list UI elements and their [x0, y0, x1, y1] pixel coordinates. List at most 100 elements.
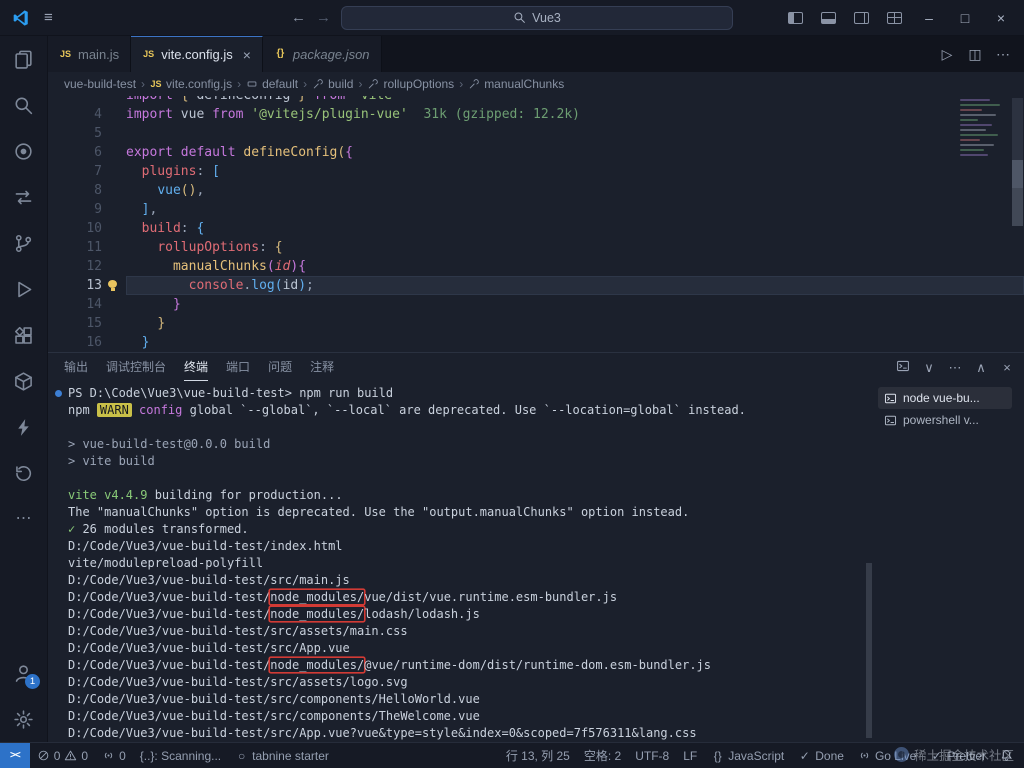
code-line[interactable]: 15 } — [48, 314, 1024, 333]
panel-tab-注释[interactable]: 注释 — [310, 353, 334, 381]
terminal-list-item[interactable]: node vue-bu... — [878, 387, 1012, 409]
activity-package[interactable] — [0, 358, 47, 404]
command-decoration-icon[interactable] — [55, 390, 62, 397]
terminal-line: ✓ 26 modules transformed. — [68, 522, 249, 536]
back-button[interactable]: ← — [291, 9, 306, 26]
run-file[interactable]: ▷ — [940, 46, 954, 62]
terminal-dropdown-button[interactable]: ∨ — [922, 360, 936, 375]
terminal-new-button[interactable] — [896, 359, 910, 376]
toggle-secondary-sidebar-icon[interactable] — [854, 11, 869, 24]
tab-main-js[interactable]: JS main.js — [48, 36, 132, 72]
split-editor[interactable]: ◫ — [968, 46, 982, 62]
minimap-slider[interactable] — [1012, 160, 1023, 226]
eol[interactable]: LF — [676, 743, 704, 768]
ports[interactable]: 0 — [95, 743, 133, 768]
code-line[interactable]: 7 plugins: [ — [48, 162, 1024, 181]
label: 0 — [81, 748, 89, 763]
chevron-right-icon: › — [459, 77, 464, 91]
code-line[interactable]: 5 — [48, 124, 1024, 143]
tabnine-scanning[interactable]: {..}: Scanning... — [133, 743, 228, 768]
toggle-panel-icon[interactable] — [821, 11, 836, 24]
activity-history[interactable] — [0, 450, 47, 496]
code-line[interactable]: 10 build: { — [48, 219, 1024, 238]
chevron-up-icon: ∧ — [976, 359, 986, 375]
line-number: 15 — [86, 316, 102, 331]
minimize-button[interactable]: – — [920, 10, 938, 26]
language-mode[interactable]: {} JavaScript — [704, 743, 791, 768]
panel-close-button[interactable]: × — [1000, 360, 1014, 375]
minimap[interactable] — [960, 99, 1008, 159]
activity-accounts[interactable]: 1 — [0, 650, 47, 696]
terminal-line: D:/Code/Vue3/vue-build-test/node_modules… — [68, 590, 618, 604]
breadcrumb-item[interactable]: JS vite.config.js — [150, 77, 233, 91]
panel-tab-输出[interactable]: 输出 — [64, 353, 88, 381]
activity-chat[interactable] — [0, 128, 47, 174]
tab-vite-config-js[interactable]: JS vite.config.js × — [131, 36, 263, 72]
code-line[interactable]: 16 } — [48, 333, 1024, 352]
panel: 输出 调试控制台 终端 端口 问题 注释 ∨ ⋯ ∧ × PS D:\Code\Vue3\vue… — [48, 352, 1024, 742]
code-line[interactable]: 4 import vue from '@vitejs/plugin-vue' 31… — [48, 105, 1024, 124]
remote-window[interactable]: >< — [0, 743, 30, 768]
juejin-logo-icon — [893, 747, 909, 762]
tabnine-status[interactable]: ○ tabnine starter — [228, 743, 336, 768]
lightbulb-icon[interactable] — [108, 280, 117, 291]
line-number: 6 — [94, 145, 102, 160]
code-line[interactable]: 14 } — [48, 295, 1024, 314]
badge: 1 — [25, 674, 40, 689]
activity-extensions[interactable] — [0, 312, 47, 358]
indentation[interactable]: 空格: 2 — [577, 743, 628, 768]
titlebar: ≡ ← → Vue3 – □ × — [0, 0, 1024, 36]
terminal-scrollbar[interactable] — [864, 381, 874, 742]
activity-more-views[interactable]: ⋯ — [0, 496, 47, 542]
activity-compare[interactable] — [0, 174, 47, 220]
js-icon: JS — [143, 49, 155, 59]
problems[interactable]: 00 — [30, 743, 95, 768]
close-button[interactable]: × — [992, 10, 1010, 26]
glyph-margin — [102, 295, 126, 314]
gear-icon — [13, 709, 34, 730]
breadcrumb-item[interactable]: default — [246, 77, 298, 91]
maximize-button[interactable]: □ — [956, 10, 974, 26]
done-status[interactable]: ✓ Done — [791, 743, 851, 768]
code-line[interactable]: 12 manualChunks(id){ — [48, 257, 1024, 276]
panel-tab-终端[interactable]: 终端 — [184, 353, 209, 381]
activity-source-control[interactable] — [0, 220, 47, 266]
command-center-search[interactable]: Vue3 — [341, 5, 733, 30]
activity-thunder-client[interactable] — [0, 404, 47, 450]
code-line[interactable]: 6 export default defineConfig({ — [48, 143, 1024, 162]
tab-package-json[interactable]: {} package.json — [262, 36, 382, 72]
breadcrumb-item[interactable]: rollupOptions — [367, 77, 454, 91]
code-line[interactable]: 9 ], — [48, 200, 1024, 219]
code-line[interactable]: import { defineConfig } from 'vite' — [48, 96, 1024, 105]
menu-icon[interactable]: ≡ — [44, 9, 53, 26]
glyph-margin — [102, 238, 126, 257]
encoding[interactable]: UTF-8 — [628, 743, 676, 768]
panel-tab-端口[interactable]: 端口 — [226, 353, 250, 381]
forward-button[interactable]: → — [316, 9, 331, 26]
cursor-position[interactable]: 行 13, 列 25 — [499, 743, 577, 768]
code-line[interactable]: 13 console.log(id); — [48, 276, 1024, 295]
broadcast-icon — [858, 749, 871, 762]
terminal-line: npm WARN config global `--global`, `--lo… — [68, 403, 746, 417]
activity-run-debug[interactable] — [0, 266, 47, 312]
breadcrumb-item[interactable]: build — [312, 77, 353, 91]
activity-search[interactable] — [0, 82, 47, 128]
panel-maximize-button[interactable]: ∧ — [974, 360, 988, 375]
panel-more-button[interactable]: ⋯ — [948, 360, 962, 375]
toggle-sidebar-icon[interactable] — [788, 11, 803, 24]
code-line[interactable]: 11 rollupOptions: { — [48, 238, 1024, 257]
breadcrumb-item[interactable]: vue-build-test — [64, 77, 136, 91]
customize-layout-icon[interactable] — [887, 11, 902, 24]
editor-more[interactable]: ⋯ — [996, 46, 1010, 62]
activity-settings[interactable] — [0, 696, 47, 742]
terminal-output[interactable]: PS D:\Code\Vue3\vue-build-test> npm run … — [48, 385, 864, 742]
terminal-list-item[interactable]: powershell v... — [878, 409, 1012, 431]
close-icon[interactable]: × — [243, 47, 251, 63]
code-line[interactable]: 8 vue(), — [48, 181, 1024, 200]
panel-tab-问题[interactable]: 问题 — [268, 353, 292, 381]
terminal-scrollbar-thumb[interactable] — [866, 563, 872, 738]
panel-tab-调试控制台[interactable]: 调试控制台 — [106, 353, 166, 381]
breadcrumb-item[interactable]: manualChunks — [468, 77, 564, 91]
activity-explorer[interactable] — [0, 36, 47, 82]
